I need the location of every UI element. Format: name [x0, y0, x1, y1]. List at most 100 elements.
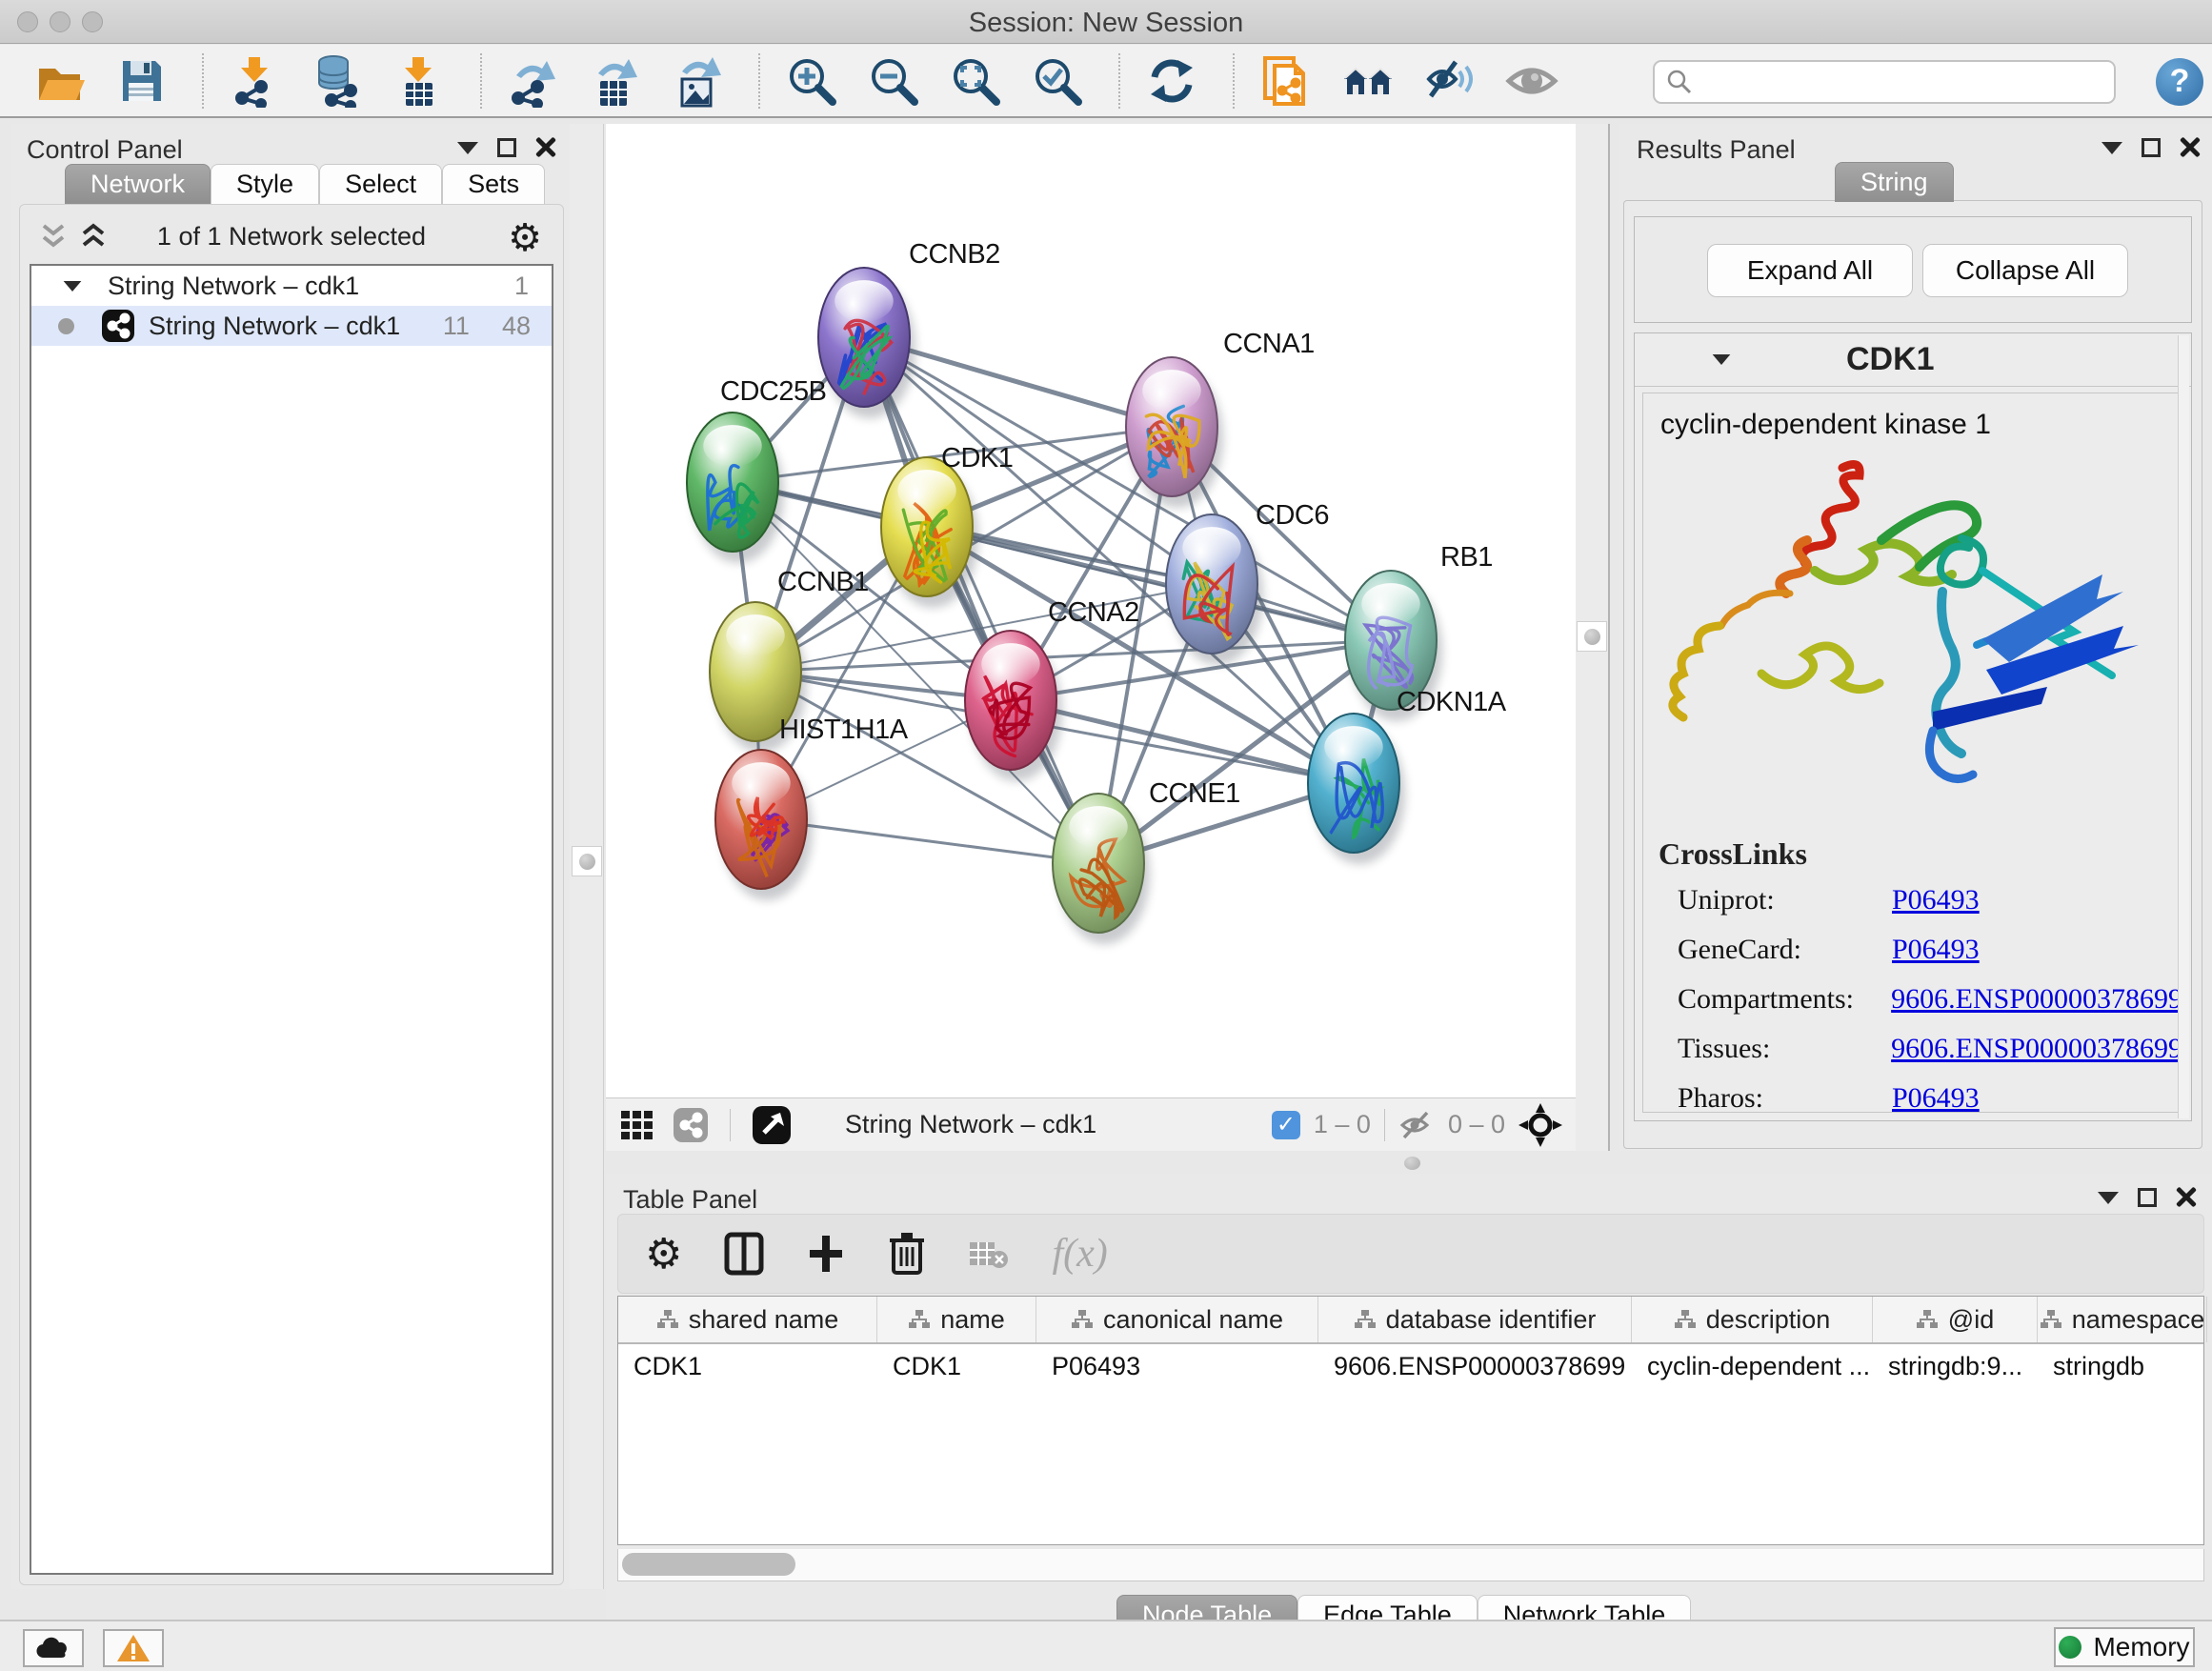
edge-cdk1-rb1[interactable]: [927, 527, 1391, 640]
table-row[interactable]: CDK1CDK1P064939606.ENSP00000378699cyclin…: [618, 1344, 2203, 1388]
table-cell[interactable]: cyclin-dependent ...: [1632, 1344, 1873, 1388]
close-panel-icon[interactable]: [2176, 1187, 2197, 1208]
float-panel-icon[interactable]: [2138, 1188, 2157, 1207]
crosslink-link[interactable]: P06493: [1892, 934, 1980, 966]
import-network-icon[interactable]: [229, 54, 282, 108]
show-glass-icon[interactable]: [1505, 54, 1558, 108]
horizontal-splitter-handle[interactable]: [1404, 1157, 1420, 1170]
table-panel-title: Table Panel: [623, 1185, 757, 1215]
crosslink-link[interactable]: P06493: [1892, 884, 1980, 916]
create-column-icon[interactable]: [806, 1232, 846, 1276]
node-table[interactable]: shared name namecanonical name database id…: [617, 1296, 2204, 1545]
export-table-icon[interactable]: [589, 54, 642, 108]
node-label-cdc25b: CDC25B: [720, 376, 826, 407]
close-panel-icon[interactable]: [2180, 137, 2201, 158]
column-header-label: shared name: [689, 1305, 839, 1335]
close-panel-icon[interactable]: [535, 137, 556, 158]
zoom-fit-icon[interactable]: [949, 54, 1002, 108]
hidden-eye-icon: [1398, 1111, 1435, 1139]
table-cell[interactable]: P06493: [1036, 1344, 1318, 1388]
network-tree: String Network – cdk1 1 String Network –…: [30, 264, 553, 1575]
import-database-icon[interactable]: [311, 54, 364, 108]
node-ccna1[interactable]: [1126, 357, 1223, 508]
export-network-icon[interactable]: [507, 54, 560, 108]
node-ccnb2[interactable]: [818, 268, 915, 418]
node-cdc25b[interactable]: [687, 413, 784, 563]
column-header-canonicalname[interactable]: canonical name: [1036, 1297, 1318, 1342]
crosslink-link[interactable]: 9606.ENSP00000378699: [1891, 983, 2182, 1016]
home-icon[interactable]: [1341, 54, 1395, 108]
refresh-icon[interactable]: [1145, 54, 1198, 108]
table-h-scrollbar[interactable]: [617, 1549, 2204, 1581]
node-hist1h1a[interactable]: [715, 750, 813, 900]
section-expander-icon[interactable]: [1713, 354, 1731, 365]
results-scrollbar[interactable]: [2178, 335, 2189, 1118]
column-header-description[interactable]: description: [1632, 1297, 1873, 1342]
node-ccna2[interactable]: [965, 631, 1062, 781]
crosslink-row: GeneCard:P06493: [1643, 925, 2182, 975]
open-session-icon[interactable]: [32, 54, 86, 108]
tab-string[interactable]: String: [1835, 162, 1954, 202]
warning-status-button[interactable]: [103, 1629, 164, 1667]
column-header-namespace[interactable]: namespace: [2038, 1297, 2207, 1342]
crosslink-link[interactable]: 9606.ENSP00000378699: [1891, 1033, 2182, 1065]
panel-menu-icon[interactable]: [457, 142, 478, 154]
export-image-icon[interactable]: [671, 54, 724, 108]
column-header-databaseidentifier[interactable]: database identifier: [1318, 1297, 1632, 1342]
zoom-selected-icon[interactable]: [1031, 54, 1084, 108]
table-cell[interactable]: 9606.ENSP00000378699: [1318, 1344, 1632, 1388]
crosslink-link[interactable]: P06493: [1892, 1082, 1980, 1115]
expand-all-button[interactable]: Expand All: [1707, 244, 1913, 297]
tab-select[interactable]: Select: [319, 164, 442, 204]
delete-table-icon[interactable]: [968, 1237, 1010, 1271]
delete-column-icon[interactable]: [888, 1231, 926, 1277]
column-header-label: namespace: [2072, 1305, 2205, 1335]
tab-sets[interactable]: Sets: [442, 164, 545, 204]
tab-network[interactable]: Network: [65, 164, 211, 204]
float-panel-icon[interactable]: [497, 138, 516, 157]
node-cdkn1a[interactable]: [1308, 714, 1405, 864]
column-header-id[interactable]: @id: [1873, 1297, 2038, 1342]
table-cell[interactable]: stringdb: [2038, 1344, 2207, 1388]
panel-menu-icon[interactable]: [2098, 1192, 2119, 1204]
network-options-gear-icon[interactable]: ⚙: [508, 216, 542, 260]
show-columns-icon[interactable]: [724, 1232, 764, 1276]
node-ccne1[interactable]: [1053, 794, 1150, 944]
memory-button[interactable]: Memory: [2054, 1627, 2195, 1667]
save-session-icon[interactable]: [114, 54, 168, 108]
node-cdc6[interactable]: [1166, 514, 1263, 665]
birds-eye-toggle-icon[interactable]: [752, 1105, 792, 1145]
right-splitter[interactable]: [1576, 124, 1610, 1151]
panel-menu-icon[interactable]: [2101, 142, 2122, 154]
column-header-name[interactable]: name: [877, 1297, 1036, 1342]
toolbar-separator: [1118, 53, 1120, 109]
hide-glass-icon[interactable]: [1423, 54, 1477, 108]
help-icon[interactable]: ?: [2156, 58, 2203, 106]
zoom-in-icon[interactable]: [785, 54, 838, 108]
collapse-all-button[interactable]: Collapse All: [1922, 244, 2128, 297]
left-splitter[interactable]: [570, 124, 604, 1589]
table-cell[interactable]: stringdb:9...: [1873, 1344, 2038, 1388]
float-panel-icon[interactable]: [2142, 138, 2161, 157]
cdk1-section-header[interactable]: CDK1: [1635, 333, 2191, 387]
column-header-label: database identifier: [1386, 1305, 1597, 1335]
network-collection-row[interactable]: String Network – cdk1 1: [31, 266, 552, 306]
table-cell[interactable]: CDK1: [618, 1344, 877, 1388]
table-cell[interactable]: CDK1: [877, 1344, 1036, 1388]
collection-expander-icon[interactable]: [64, 280, 82, 291]
fit-content-crosshair-icon[interactable]: [1518, 1103, 1562, 1147]
selected-checkbox-icon[interactable]: ✓: [1272, 1111, 1300, 1139]
column-header-sharedname[interactable]: shared name: [618, 1297, 877, 1342]
grid-view-icon[interactable]: [619, 1107, 655, 1143]
tab-style[interactable]: Style: [211, 164, 319, 204]
table-options-gear-icon[interactable]: ⚙: [645, 1230, 682, 1278]
share-session-icon[interactable]: [1259, 54, 1313, 108]
network-canvas[interactable]: CCNB2CCNA1CDC25BCDK1CDC6RB1CCNB1CCNA2CDK…: [606, 124, 1576, 1097]
network-badge-icon[interactable]: [673, 1107, 709, 1143]
network-row[interactable]: String Network – cdk1 11 48: [31, 306, 552, 346]
cloud-status-button[interactable]: [23, 1629, 84, 1667]
node-cdk1[interactable]: [881, 457, 978, 608]
search-input[interactable]: [1653, 60, 2116, 104]
import-table-icon[interactable]: [392, 54, 446, 108]
zoom-out-icon[interactable]: [867, 54, 920, 108]
